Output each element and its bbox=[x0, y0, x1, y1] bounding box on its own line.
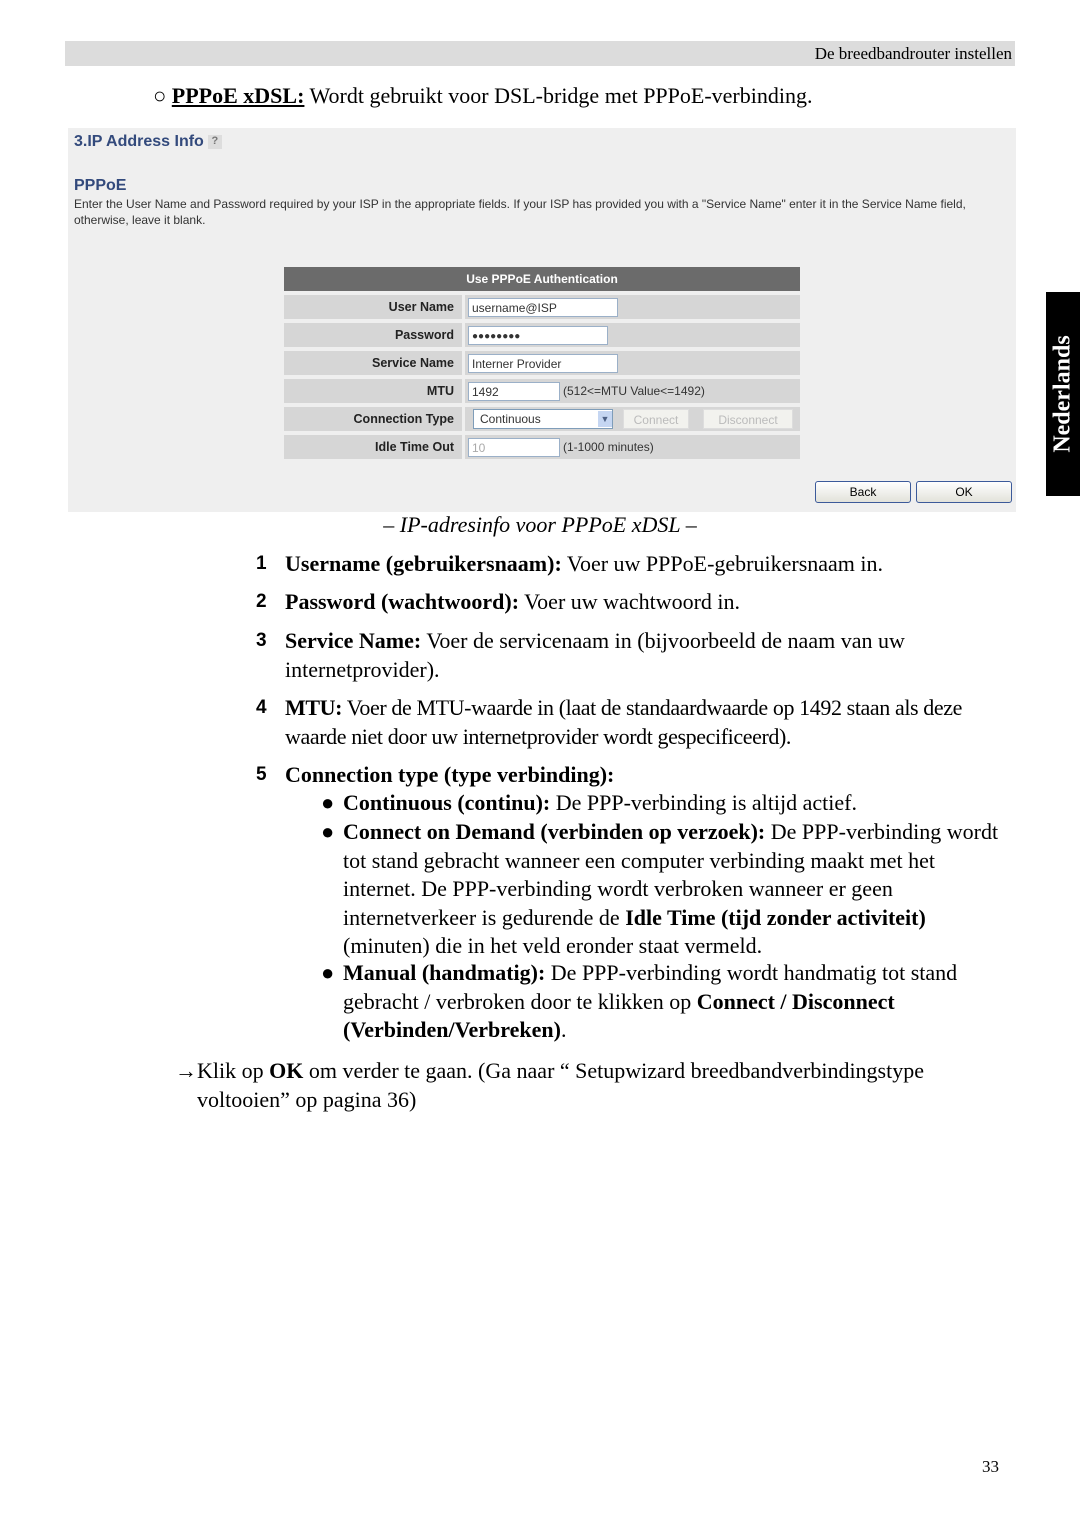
pppoe-description: Enter the User Name and Password require… bbox=[74, 197, 966, 227]
bullet-icon: ● bbox=[321, 790, 335, 815]
chevron-down-icon: ▼ bbox=[598, 411, 612, 427]
ok-button[interactable]: OK bbox=[916, 481, 1012, 503]
intro-term: PPPoE xDSL: bbox=[171, 83, 305, 108]
item-text: Voer uw wachtwoord in. bbox=[519, 589, 741, 614]
connection-type-row: Connection Type Continuous ▼ Connect Disconn… bbox=[284, 407, 800, 431]
user-name-row: User Name username@ISP bbox=[284, 295, 800, 319]
back-button[interactable]: Back bbox=[815, 481, 911, 503]
sub-item-text: . bbox=[560, 1017, 567, 1042]
connection-type-value: Continuous bbox=[480, 412, 541, 426]
idle-time-row: Idle Time Out 10 (1-1000 minutes) bbox=[284, 435, 800, 459]
service-name-label: Service Name bbox=[284, 351, 462, 375]
sub-item-term: Manual (handmatig): bbox=[343, 960, 546, 985]
list-item: Username (gebruikersnaam): Voer uw PPPoE… bbox=[285, 550, 1020, 579]
running-header: De breedbandrouter instellen bbox=[65, 41, 1015, 66]
router-screenshot: 3.IP Address Info? PPPoE Enter the User … bbox=[68, 128, 1016, 512]
item-number: 4 bbox=[256, 697, 267, 718]
item-term: Username (gebruikersnaam): bbox=[285, 551, 562, 576]
sub-item-text: De PPP-verbinding is altijd actief. bbox=[550, 790, 857, 815]
list-item: MTU: Voer de MTU-waarde in (laat de stan… bbox=[285, 694, 1020, 751]
connect-button[interactable]: Connect bbox=[623, 409, 689, 429]
pppoe-subtitle: PPPoE bbox=[74, 177, 127, 194]
page-number: 33 bbox=[982, 1457, 999, 1476]
language-tab: Nederlands bbox=[1046, 292, 1080, 496]
sub-item-term: Connect on Demand (verbinden op verzoek)… bbox=[343, 819, 766, 844]
connection-type-label: Connection Type bbox=[284, 407, 462, 431]
figure-caption: – IP-adresinfo voor PPPoE xDSL – bbox=[383, 512, 697, 537]
note-term: OK bbox=[269, 1058, 304, 1083]
user-name-label: User Name bbox=[284, 295, 462, 319]
note-text: Klik op bbox=[197, 1058, 270, 1083]
item-text: Voer uw PPPoE-gebruikersnaam in. bbox=[561, 551, 884, 576]
list-item: Password (wachtwoord): Voer uw wachtwoor… bbox=[285, 588, 1020, 617]
intro-line: ○ PPPoE xDSL: Wordt gebruikt voor DSL-br… bbox=[153, 82, 812, 111]
section-title-text: 3.IP Address Info bbox=[74, 133, 204, 150]
mtu-input[interactable]: 1492 bbox=[468, 381, 560, 401]
item-term: MTU: bbox=[285, 695, 343, 720]
item-number: 5 bbox=[256, 764, 267, 785]
item-term: Connection type (type verbinding): bbox=[285, 762, 615, 787]
mtu-row: MTU 1492 (512<=MTU Value<=1492) bbox=[284, 379, 800, 403]
section-title: 3.IP Address Info? bbox=[74, 133, 222, 151]
note-text: om verder te gaan. (Ga naar “ Setupwizar… bbox=[197, 1058, 924, 1112]
sub-item: Continuous (continu): De PPP-verbinding … bbox=[343, 789, 1023, 818]
item-text: Voer de MTU-waarde in (laat de standaard… bbox=[285, 695, 962, 749]
idle-time-hint: (1-1000 minutes) bbox=[563, 440, 654, 454]
idle-time-input[interactable]: 10 bbox=[468, 437, 560, 457]
password-row: Password ●●●●●●●● bbox=[284, 323, 800, 347]
circle-bullet-icon: ○ bbox=[153, 83, 167, 108]
bullet-icon: ● bbox=[321, 960, 335, 985]
document-page: De breedbandrouter instellen ○ PPPoE xDS… bbox=[0, 0, 1080, 1535]
language-tab-label: Nederlands bbox=[1049, 335, 1076, 453]
sub-item-text: (minuten) die in het veld eronder staat … bbox=[343, 933, 763, 958]
item-number: 2 bbox=[256, 591, 267, 612]
mtu-hint: (512<=MTU Value<=1492) bbox=[563, 384, 705, 398]
password-input[interactable]: ●●●●●●●● bbox=[468, 325, 608, 345]
item-term: Service Name: bbox=[285, 628, 422, 653]
password-label: Password bbox=[284, 323, 462, 347]
list-item: Service Name: Voer de servicenaam in (bi… bbox=[285, 627, 955, 684]
running-title: De breedbandrouter instellen bbox=[814, 44, 1012, 63]
item-number: 3 bbox=[256, 630, 267, 651]
sub-item-term: Idle Time (tijd zonder activiteit) bbox=[625, 904, 926, 930]
item-term: Password (wachtwoord): bbox=[285, 589, 520, 614]
pppoe-form: Use PPPoE Authentication User Name userna… bbox=[284, 267, 800, 463]
list-item: Connection type (type verbinding): bbox=[285, 761, 1020, 790]
item-number: 1 bbox=[256, 553, 267, 574]
form-header: Use PPPoE Authentication bbox=[284, 267, 800, 291]
idle-time-label: Idle Time Out bbox=[284, 435, 462, 459]
sub-item: Connect on Demand (verbinden op verzoek)… bbox=[343, 818, 1003, 961]
next-step-note: →Klik op OK om verder te gaan. (Ga naar … bbox=[175, 1057, 975, 1114]
mtu-label: MTU bbox=[284, 379, 462, 403]
connection-type-select[interactable]: Continuous ▼ bbox=[473, 409, 613, 429]
service-name-input[interactable]: Interner Provider bbox=[468, 353, 618, 373]
disconnect-button[interactable]: Disconnect bbox=[703, 409, 793, 429]
sub-item: Manual (handmatig): De PPP-verbinding wo… bbox=[343, 959, 1003, 1045]
user-name-input[interactable]: username@ISP bbox=[468, 297, 618, 317]
intro-text: Wordt gebruikt voor DSL-bridge met PPPoE… bbox=[304, 83, 813, 108]
sub-item-term: Continuous (continu): bbox=[343, 790, 551, 815]
bullet-icon: ● bbox=[321, 819, 335, 844]
service-name-row: Service Name Interner Provider bbox=[284, 351, 800, 375]
help-icon[interactable]: ? bbox=[207, 134, 222, 149]
arrow-right-icon: → bbox=[175, 1058, 197, 1083]
